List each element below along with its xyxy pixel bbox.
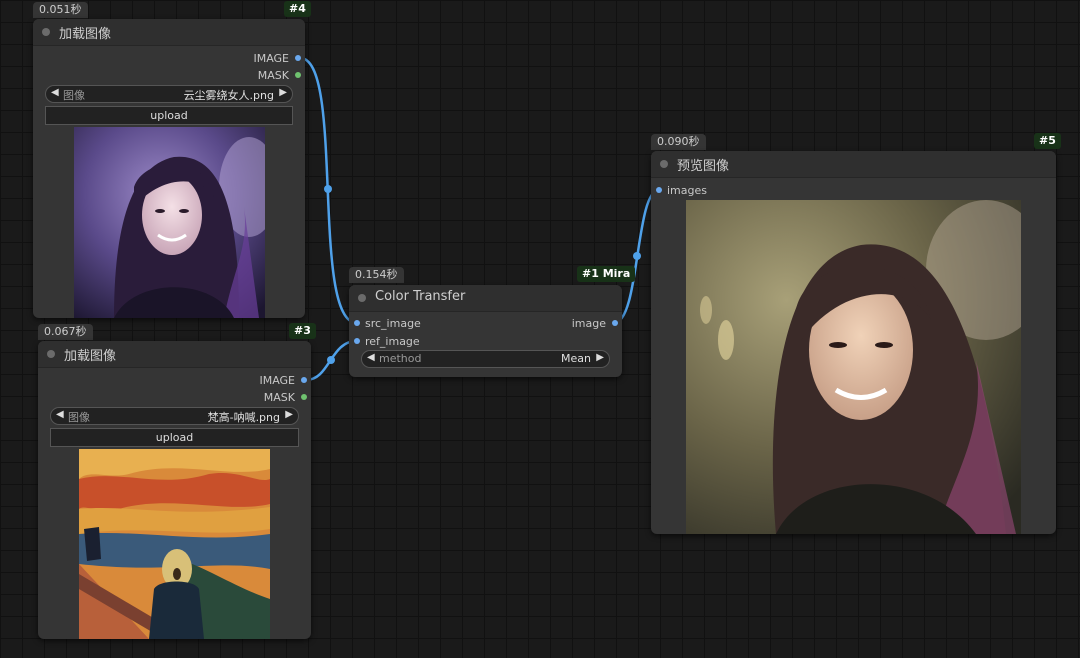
input-images-label: images (667, 184, 707, 197)
upload-button[interactable]: upload (45, 106, 293, 125)
exec-time: 0.090秒 (651, 134, 706, 150)
exec-time: 0.067秒 (38, 324, 93, 340)
node-id-badge: #5 (1034, 133, 1061, 149)
combo-left-arrow-icon[interactable]: ◀ (56, 409, 64, 420)
preview-image-node[interactable]: 预览图像 images (651, 151, 1056, 534)
combo-right-arrow-icon[interactable]: ▶ (596, 352, 604, 363)
node-title: 加载图像 (59, 27, 112, 42)
exec-time: 0.154秒 (349, 267, 404, 283)
combo-label: 图像 (63, 89, 85, 102)
output-image-label: image (571, 317, 606, 330)
node-title-bar[interactable]: Color Transfer (349, 285, 622, 312)
node-title: 预览图像 (677, 159, 730, 174)
node-title-bar[interactable]: 预览图像 (651, 151, 1056, 178)
output-mask-socket[interactable] (295, 72, 301, 78)
node-title-bar[interactable]: 加载图像 (38, 341, 311, 368)
combo-value: Mean (561, 352, 591, 365)
output-mask-socket[interactable] (301, 394, 307, 400)
input-src-image-label: src_image (365, 317, 421, 330)
node-id-badge: #1 Mira (577, 266, 636, 282)
link-midpoint (633, 252, 641, 260)
color-transfer-node[interactable]: Color Transfer src_image ref_image image… (349, 285, 622, 377)
exec-time: 0.051秒 (33, 2, 88, 18)
output-mask-label: MASK (263, 391, 295, 404)
load-image-node-1[interactable]: 加载图像 IMAGE MASK ◀ 图像 云尘雾绕女人.png ▶ upload (33, 19, 305, 318)
input-ref-image-socket[interactable] (354, 338, 360, 344)
output-image-label: IMAGE (253, 52, 289, 65)
combo-left-arrow-icon[interactable]: ◀ (51, 87, 59, 98)
combo-value: 梵高-呐喊.png (207, 411, 280, 424)
output-image-label: IMAGE (259, 374, 295, 387)
image-select-combo[interactable]: ◀ 图像 云尘雾绕女人.png ▶ (45, 85, 293, 103)
preview-output-image (686, 200, 1021, 534)
node-title: Color Transfer (375, 289, 466, 304)
method-select-combo[interactable]: ◀ method Mean ▶ (361, 350, 610, 368)
combo-left-arrow-icon[interactable]: ◀ (367, 352, 375, 363)
collapse-dot-icon[interactable] (47, 350, 55, 358)
output-image-socket[interactable] (612, 320, 618, 326)
node-id-badge: #3 (289, 323, 316, 339)
combo-label: method (379, 352, 422, 365)
link-midpoint (327, 356, 335, 364)
collapse-dot-icon[interactable] (660, 160, 668, 168)
node-title-bar[interactable]: 加载图像 (33, 19, 305, 46)
load-image-node-2[interactable]: 加载图像 IMAGE MASK ◀ 图像 梵高-呐喊.png ▶ upload (38, 341, 311, 639)
output-image-socket[interactable] (295, 55, 301, 61)
image-select-combo[interactable]: ◀ 图像 梵高-呐喊.png ▶ (50, 407, 299, 425)
link-midpoint (324, 185, 332, 193)
node-title: 加载图像 (64, 349, 117, 364)
combo-value: 云尘雾绕女人.png (183, 89, 274, 102)
loaded-image-preview (79, 449, 270, 639)
loaded-image-preview (74, 127, 265, 318)
combo-label: 图像 (68, 411, 90, 424)
combo-right-arrow-icon[interactable]: ▶ (279, 87, 287, 98)
input-ref-image-label: ref_image (365, 335, 420, 348)
upload-button[interactable]: upload (50, 428, 299, 447)
output-image-socket[interactable] (301, 377, 307, 383)
combo-right-arrow-icon[interactable]: ▶ (285, 409, 293, 420)
output-mask-label: MASK (257, 69, 289, 82)
node-id-badge: #4 (284, 1, 311, 17)
collapse-dot-icon[interactable] (42, 28, 50, 36)
collapse-dot-icon[interactable] (358, 294, 366, 302)
input-src-image-socket[interactable] (354, 320, 360, 326)
input-images-socket[interactable] (656, 187, 662, 193)
